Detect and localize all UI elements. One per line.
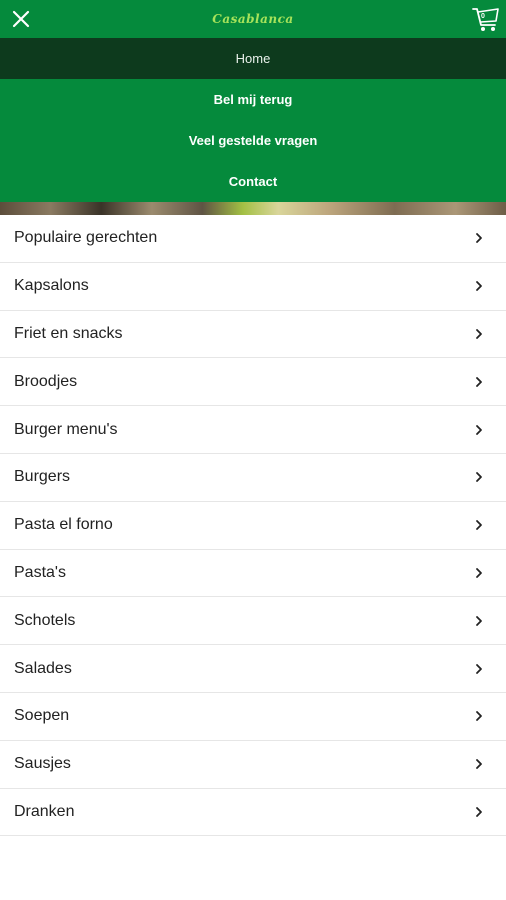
category-label: Friet en snacks bbox=[14, 324, 123, 342]
chevron-right-icon bbox=[476, 233, 482, 244]
category-row-populaire-gerechten[interactable]: Populaire gerechten bbox=[0, 215, 506, 263]
cart-icon bbox=[472, 8, 499, 31]
category-row-sausjes[interactable]: Sausjes bbox=[0, 740, 506, 789]
category-label: Soepen bbox=[14, 707, 70, 725]
chevron-right-icon bbox=[476, 281, 482, 292]
category-row-kapsalons[interactable]: Kapsalons bbox=[0, 262, 506, 311]
chevron-right-icon bbox=[476, 711, 482, 722]
cart-button[interactable]: 0 bbox=[470, 3, 502, 35]
nav-item-label: Home bbox=[235, 51, 271, 66]
category-row-burger-menus[interactable]: Burger menu's bbox=[0, 406, 506, 454]
category-row-burgers[interactable]: Burgers bbox=[0, 453, 506, 502]
brand-logo[interactable]: Casablanca bbox=[212, 12, 293, 26]
chevron-right-icon bbox=[476, 807, 482, 817]
category-label: Dranken bbox=[14, 802, 75, 820]
chevron-right-icon bbox=[476, 329, 482, 339]
nav-item-label: Contact bbox=[228, 174, 278, 189]
category-label: Broodjes bbox=[14, 372, 78, 390]
category-label: Pasta's bbox=[14, 563, 66, 581]
chevron-right-icon bbox=[476, 424, 482, 435]
category-label: Sausjes bbox=[14, 755, 71, 773]
category-row-salades[interactable]: Salades bbox=[0, 645, 506, 693]
cart-count-badge: 0 bbox=[481, 13, 485, 20]
category-label: Pasta el forno bbox=[14, 516, 113, 534]
hero-food-image bbox=[0, 202, 506, 215]
category-label: Salades bbox=[14, 659, 72, 677]
category-label: Schotels bbox=[14, 611, 76, 629]
category-list: Populaire gerechten Kapsalons Friet en s… bbox=[0, 215, 506, 837]
app-screen: Casablanca 0 Home Bel mij terug Veel ges… bbox=[0, 0, 506, 900]
category-label: Burgers bbox=[14, 468, 71, 486]
category-row-friet-en-snacks[interactable]: Friet en snacks bbox=[0, 310, 506, 359]
chevron-right-icon bbox=[476, 568, 482, 578]
nav-item-home[interactable]: Home bbox=[0, 38, 506, 79]
chevron-right-icon bbox=[476, 663, 482, 674]
category-label: Populaire gerechten bbox=[14, 229, 158, 247]
chevron-right-icon bbox=[476, 520, 482, 531]
nav-item-label: Veel gestelde vragen bbox=[188, 133, 318, 148]
category-row-pastas[interactable]: Pasta's bbox=[0, 549, 506, 598]
close-icon bbox=[12, 10, 30, 28]
nav-item-contact[interactable]: Contact bbox=[0, 161, 506, 202]
category-row-soepen[interactable]: Soepen bbox=[0, 692, 506, 741]
chevron-right-icon bbox=[476, 615, 482, 626]
close-menu-button[interactable] bbox=[6, 4, 36, 34]
category-label: Burger menu's bbox=[14, 420, 118, 438]
chevron-right-icon bbox=[476, 376, 482, 387]
nav-item-bel-mij-terug[interactable]: Bel mij terug bbox=[0, 79, 506, 120]
category-row-dranken[interactable]: Dranken bbox=[0, 788, 506, 837]
category-row-schotels[interactable]: Schotels bbox=[0, 597, 506, 646]
nav-item-faq[interactable]: Veel gestelde vragen bbox=[0, 120, 506, 161]
nav-menu: Home Bel mij terug Veel gestelde vragen … bbox=[0, 38, 506, 202]
category-row-broodjes[interactable]: Broodjes bbox=[0, 358, 506, 407]
chevron-right-icon bbox=[476, 472, 482, 483]
top-bar: Casablanca 0 bbox=[0, 0, 506, 38]
category-row-pasta-el-forno[interactable]: Pasta el forno bbox=[0, 501, 506, 550]
category-label: Kapsalons bbox=[14, 277, 89, 295]
nav-item-label: Bel mij terug bbox=[213, 92, 293, 107]
chevron-right-icon bbox=[476, 759, 482, 770]
